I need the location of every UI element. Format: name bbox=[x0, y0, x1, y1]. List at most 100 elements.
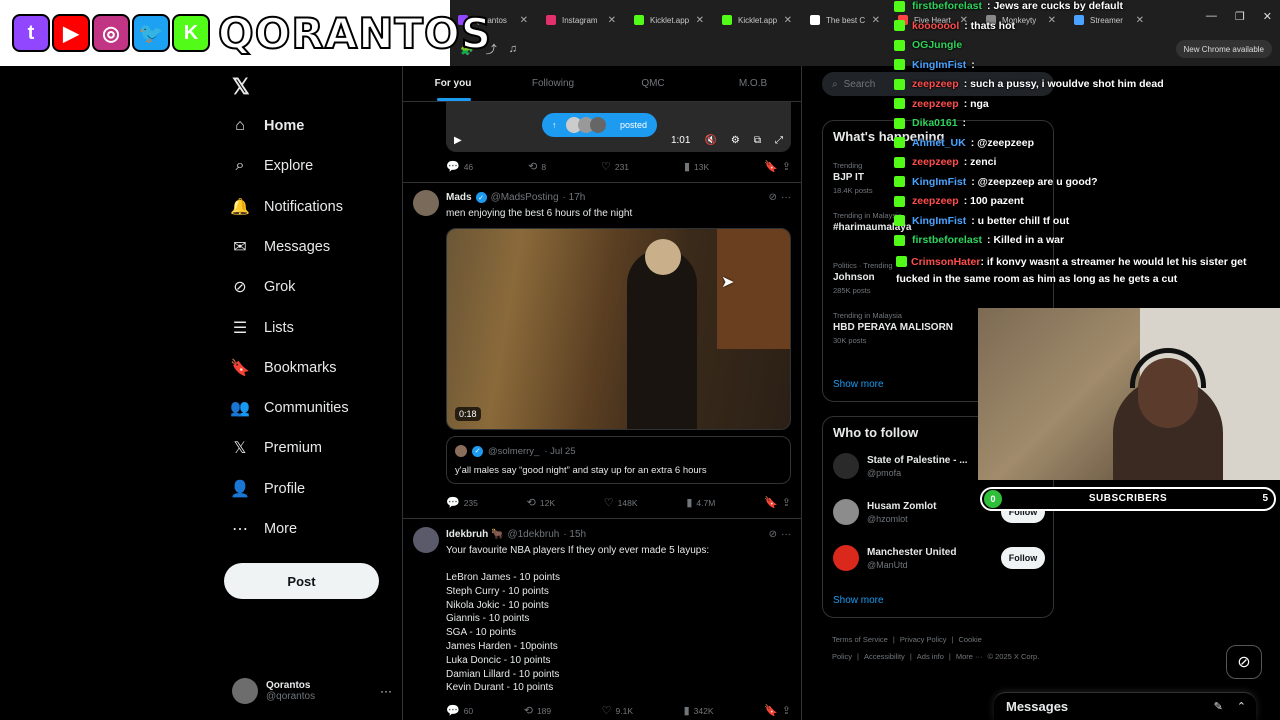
tweet-video[interactable]: 0:18 bbox=[446, 228, 791, 430]
posted-label: posted bbox=[620, 120, 648, 130]
share-icon: ⇪ bbox=[781, 161, 791, 173]
subscriber-label: SUBSCRIBERS bbox=[1088, 493, 1168, 504]
list-item: Luka Doncic - 10 points bbox=[446, 654, 551, 666]
chat-text: : zenci bbox=[963, 156, 997, 168]
new-chrome-button[interactable]: New Chrome available bbox=[1175, 40, 1272, 58]
browser-tab[interactable]: Kicklet.app ✕ bbox=[714, 6, 800, 34]
repost-button[interactable]: ⟲ 8 bbox=[528, 160, 546, 173]
more-icon[interactable]: ··· bbox=[781, 529, 791, 540]
follow-suggestion[interactable]: Manchester United @ManUtd Follow bbox=[833, 545, 1045, 571]
author-handle[interactable]: @1dekbruh bbox=[507, 529, 559, 540]
grok-icon[interactable]: ⊘ bbox=[769, 192, 777, 203]
reply-button[interactable]: 💬 235 bbox=[446, 496, 478, 509]
sidebar-item-premium[interactable]: 𝕏 Premium bbox=[230, 433, 322, 463]
sidebar-item-home[interactable]: ⌂ Home bbox=[230, 111, 304, 141]
views-button[interactable]: ▮ 342K bbox=[684, 704, 714, 717]
tab-close-icon[interactable]: ✕ bbox=[784, 15, 792, 26]
footer-link[interactable]: Accessibility bbox=[864, 652, 905, 661]
avatar[interactable] bbox=[413, 190, 439, 216]
repost-button[interactable]: ⟲ 189 bbox=[524, 704, 551, 717]
mute-icon[interactable]: 🔇 bbox=[704, 135, 716, 146]
chat-message: zeepzeep: zenci bbox=[894, 156, 996, 168]
play-icon[interactable]: ▶ bbox=[454, 135, 462, 146]
show-more-link[interactable]: Show more bbox=[833, 379, 884, 390]
bookmark-button[interactable]: 🔖 ⇪ bbox=[764, 160, 791, 173]
author-name[interactable]: Idekbruh 🐂 bbox=[446, 529, 503, 540]
browser-tab[interactable]: The best C ✕ bbox=[802, 6, 888, 34]
new-posts-pill[interactable]: ↑ posted bbox=[542, 113, 658, 137]
follow-button[interactable]: Follow bbox=[1001, 547, 1045, 569]
avatar[interactable] bbox=[833, 453, 859, 479]
avatar[interactable] bbox=[833, 499, 859, 525]
sidebar-item-profile[interactable]: 👤 Profile bbox=[230, 474, 305, 504]
sidebar-item-notifications[interactable]: 🔔 Notifications bbox=[230, 192, 343, 222]
views-button[interactable]: ▮ 13K bbox=[684, 160, 709, 173]
show-more-link[interactable]: Show more bbox=[833, 595, 884, 606]
tab-close-icon[interactable]: ✕ bbox=[696, 15, 704, 26]
fullscreen-icon[interactable]: ⤢ bbox=[775, 135, 783, 146]
reply-button[interactable]: 💬 60 bbox=[446, 704, 473, 717]
compose-message-icon[interactable]: ✎ bbox=[1214, 700, 1223, 713]
footer-link[interactable]: More ··· bbox=[956, 652, 983, 661]
avatar[interactable] bbox=[413, 527, 439, 553]
grok-icon[interactable]: ⊘ bbox=[769, 529, 777, 540]
arrow-up-icon: ↑ bbox=[552, 120, 557, 130]
more-options-icon[interactable]: ··· bbox=[380, 684, 392, 698]
tab-m-o-b[interactable]: M.O.B bbox=[703, 66, 801, 101]
sidebar-item-lists[interactable]: ☰ Lists bbox=[230, 313, 294, 343]
reply-button[interactable]: 💬 46 bbox=[446, 160, 473, 173]
verified-badge-icon: ✓ bbox=[475, 192, 487, 203]
grok-fab-button[interactable]: ⊘ bbox=[1226, 645, 1262, 679]
sidebar-item-grok[interactable]: ⊘ Grok bbox=[230, 272, 295, 302]
tab-close-icon[interactable]: ✕ bbox=[1136, 15, 1144, 26]
messages-drawer[interactable]: Messages ✎ ⌃ bbox=[994, 692, 1256, 720]
chat-text: : bbox=[962, 117, 967, 129]
sidebar-item-more[interactable]: ⋯ More bbox=[230, 514, 297, 544]
tab-close-icon[interactable]: ✕ bbox=[872, 15, 880, 26]
tab-close-icon[interactable]: ✕ bbox=[1048, 15, 1056, 26]
footer-link[interactable]: Ads info bbox=[917, 652, 944, 661]
tab-close-icon[interactable]: ✕ bbox=[520, 15, 528, 26]
close-window-icon[interactable]: ✕ bbox=[1263, 10, 1272, 23]
browser-tab[interactable]: Instagram ✕ bbox=[538, 6, 624, 34]
browser-tab[interactable]: Kicklet.app ✕ bbox=[626, 6, 712, 34]
video-player[interactable]: ↑ posted ▶ 1:01 🔇 ⚙ ⧉ ⤢ bbox=[446, 102, 791, 152]
like-button[interactable]: ♡ 148K bbox=[604, 496, 638, 509]
maximize-icon[interactable]: ❐ bbox=[1235, 10, 1245, 23]
sidebar-item-communities[interactable]: 👥 Communities bbox=[230, 393, 349, 423]
kick-icon: K bbox=[172, 14, 210, 52]
more-icon[interactable]: ··· bbox=[781, 192, 791, 203]
repost-button[interactable]: ⟲ 12K bbox=[527, 496, 555, 509]
post-button[interactable]: Post bbox=[224, 563, 379, 599]
account-switcher[interactable]: Qorantos @qorantos ··· bbox=[232, 678, 392, 704]
footer-link[interactable]: © 2025 X Corp. bbox=[988, 652, 1040, 661]
tweet-time[interactable]: · 17h bbox=[563, 192, 586, 203]
x-logo-icon[interactable]: 𝕏 bbox=[232, 74, 250, 100]
like-button[interactable]: ♡ 231 bbox=[601, 160, 629, 173]
quoted-tweet[interactable]: ✓ @solmerry_ · Jul 25 y'all males say “g… bbox=[446, 436, 791, 484]
communities-icon: 👥 bbox=[230, 400, 250, 418]
pip-icon[interactable]: ⧉ bbox=[754, 135, 761, 146]
sidebar-item-messages[interactable]: ✉ Messages bbox=[230, 232, 330, 262]
author-name[interactable]: Mads bbox=[446, 192, 472, 203]
footer-link[interactable]: Terms of Service bbox=[832, 635, 888, 644]
like-button[interactable]: ♡ 9.1K bbox=[602, 704, 633, 717]
tab-following[interactable]: Following bbox=[503, 66, 603, 101]
media-icon[interactable]: ♫ bbox=[509, 43, 517, 55]
bookmark-button[interactable]: 🔖 ⇪ bbox=[764, 496, 791, 509]
bookmark-button[interactable]: 🔖 ⇪ bbox=[764, 704, 791, 717]
sidebar-item-bookmarks[interactable]: 🔖 Bookmarks bbox=[230, 353, 337, 383]
author-handle[interactable]: @MadsPosting bbox=[491, 192, 559, 203]
tab-close-icon[interactable]: ✕ bbox=[608, 15, 616, 26]
footer-link[interactable]: Privacy Policy bbox=[900, 635, 947, 644]
tab-for-you[interactable]: For you bbox=[403, 66, 503, 101]
minimize-icon[interactable]: — bbox=[1206, 10, 1217, 23]
tweet-time[interactable]: · 15h bbox=[563, 529, 586, 540]
expand-icon[interactable]: ⌃ bbox=[1237, 700, 1246, 713]
kick-badge-icon bbox=[894, 137, 905, 148]
avatar[interactable] bbox=[833, 545, 859, 571]
sidebar-item-explore[interactable]: ⌕ Explore bbox=[230, 151, 314, 181]
settings-icon[interactable]: ⚙ bbox=[731, 135, 740, 146]
views-button[interactable]: ▮ 4.7M bbox=[686, 496, 715, 509]
tab-qmc[interactable]: QMC bbox=[603, 66, 703, 101]
